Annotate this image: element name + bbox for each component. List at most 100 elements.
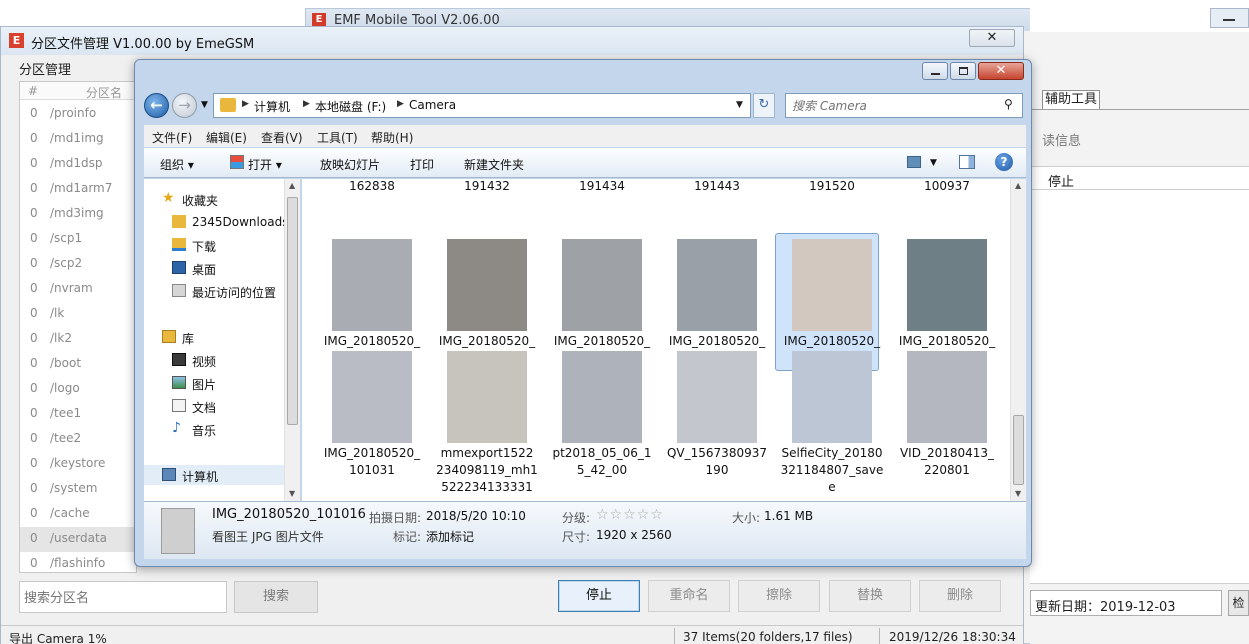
rename-button[interactable]: 重命名 [648,580,730,612]
nav-library[interactable]: 库 [144,327,284,347]
pm-close-button[interactable]: ✕ [969,29,1015,47]
replace-button[interactable]: 替换 [829,580,911,612]
file-name-label: IMG_20180520_ 100937 [924,179,970,193]
search-button[interactable]: 搜索 [234,581,318,613]
partition-row[interactable]: 0/md1dsp [20,152,136,177]
content-scroll-thumb[interactable] [1013,415,1024,485]
pm-logo-icon: E [9,33,24,48]
menu-edit[interactable]: 编辑(E) [206,129,247,146]
nav-downloads[interactable]: 下载 [144,235,284,255]
menu-view[interactable]: 查看(V) [261,129,303,146]
scroll-up-arrow-icon[interactable]: ▲ [289,181,295,190]
nav-2345downloads[interactable]: 2345Downloads [144,212,284,232]
nav-computer[interactable]: 计算机 [144,465,284,485]
emf-logo-icon: E [312,13,326,27]
erase-button[interactable]: 擦除 [738,580,820,612]
partition-row[interactable]: 0/lk [20,302,136,327]
partition-row[interactable]: 0/tee2 [20,427,136,452]
menu-tools[interactable]: 工具(T) [317,129,358,146]
explorer-search-input[interactable] [792,97,992,115]
history-dropdown-icon[interactable]: ▼ [201,100,208,110]
partition-row[interactable]: 0/scp2 [20,252,136,277]
check-update-button[interactable]: 检 [1228,590,1249,616]
breadcrumb-chevron-icon[interactable]: ▶ [397,99,404,109]
nav-2345downloads-label: 2345Downloads [192,215,284,229]
forward-arrow-icon[interactable]: → [172,93,197,118]
nav-documents[interactable]: 文档 [144,396,284,416]
partition-name: /lk [50,306,65,320]
partition-search-input[interactable] [19,581,227,613]
breadcrumb-chevron-icon[interactable]: ▶ [303,99,310,109]
delete-button[interactable]: 删除 [919,580,1001,612]
partition-row[interactable]: 0/proinfo [20,102,136,127]
open-button[interactable]: 打开 ▾ [248,156,282,173]
breadcrumb-computer[interactable]: 计算机 [254,98,290,115]
nav-scroll-thumb[interactable] [287,197,298,425]
read-info-button[interactable]: 读信息 [1042,130,1081,149]
scroll-down-arrow-icon[interactable]: ▼ [1015,489,1021,498]
refresh-icon[interactable]: ↻ [753,93,775,118]
stop-button[interactable]: 停止 [558,580,640,612]
partition-name: /keystore [50,456,106,470]
view-dropdown-icon[interactable]: ▼ [930,158,937,168]
scroll-up-arrow-icon[interactable]: ▲ [1015,181,1021,190]
partition-row[interactable]: 0/flashinfo [20,552,136,572]
partition-name: /scp1 [50,231,83,245]
nav-downloads-label: 下载 [192,240,217,254]
nav-music[interactable]: ♪ 音乐 [144,419,284,439]
videos-icon [172,353,186,366]
dialog-minimize-button[interactable] [922,62,948,80]
partition-row[interactable]: 0/lk2 [20,327,136,352]
address-dropdown-icon[interactable]: ▼ [736,100,743,110]
menu-file[interactable]: 文件(F) [152,129,192,146]
slideshow-button[interactable]: 放映幻灯片 [320,156,380,173]
breadcrumb-chevron-icon[interactable]: ▶ [242,99,249,109]
back-arrow-icon[interactable]: ← [144,93,169,118]
search-icon[interactable]: ⚲ [1004,97,1013,111]
partition-row[interactable]: 0/md1arm7 [20,177,136,202]
emf-minimize-button[interactable] [1210,8,1249,28]
menu-help[interactable]: 帮助(H) [371,129,413,146]
new-folder-button[interactable]: 新建文件夹 [464,156,524,173]
scroll-down-arrow-icon[interactable]: ▼ [289,489,295,498]
preview-pane-icon[interactable] [959,155,975,169]
partition-row[interactable]: 0/boot [20,352,136,377]
explorer-search-box[interactable]: ⚲ [785,93,1023,118]
nav-pane-scrollbar[interactable]: ▲ ▼ [284,179,300,501]
rating-stars[interactable]: ☆☆☆☆☆ [596,507,664,523]
partition-management-menu[interactable]: 分区管理 [19,59,71,78]
dialog-maximize-button[interactable] [950,62,976,80]
partition-row[interactable]: 0/logo [20,377,136,402]
nav-recent[interactable]: 最近访问的位置 [144,281,284,301]
partition-row[interactable]: 0/nvram [20,277,136,302]
nav-pictures[interactable]: 图片 [144,373,284,393]
nav-favorites[interactable]: ★ 收藏夹 [144,189,284,209]
breadcrumb-local-disk[interactable]: 本地磁盘 (F:) [315,98,386,115]
partition-number: 0 [30,231,38,245]
partition-name: /logo [50,381,80,395]
partition-row[interactable]: 0/md3img [20,202,136,227]
nav-desktop[interactable]: 桌面 [144,258,284,278]
partition-row[interactable]: 0/md1img [20,127,136,152]
partition-row[interactable]: 0/tee1 [20,402,136,427]
change-view-icon[interactable] [907,156,921,168]
print-button[interactable]: 打印 [410,156,434,173]
emf-stop-row[interactable]: 停止 [1030,166,1249,190]
partition-number: 0 [30,306,38,320]
partition-row[interactable]: 0/scp1 [20,227,136,252]
add-tag-field[interactable]: 添加标记 [426,528,474,545]
help-icon[interactable]: ? [995,153,1013,171]
partition-row[interactable]: 0/keystore [20,452,136,477]
tab-helper-tools[interactable]: 辅助工具 [1042,90,1100,110]
partition-row[interactable]: 0/system [20,477,136,502]
partition-row[interactable]: 0/cache [20,502,136,527]
update-date-field: 更新日期：2019-12-03 [1030,590,1222,616]
organize-button[interactable]: 组织 ▾ [160,156,194,173]
breadcrumb-camera[interactable]: Camera [409,98,456,112]
address-bar[interactable]: ▶ 计算机 ▶ 本地磁盘 (F:) ▶ Camera ▼ [213,93,751,118]
partition-row[interactable]: 0/userdata [20,527,136,552]
nav-videos[interactable]: 视频 [144,350,284,370]
dialog-close-button[interactable]: ✕ [978,62,1024,80]
content-scrollbar[interactable]: ▲ ▼ [1010,179,1026,501]
partition-list[interactable]: # 分区名 0/proinfo 0/md1img 0/md1dsp 0/md1arm7… [19,81,137,573]
